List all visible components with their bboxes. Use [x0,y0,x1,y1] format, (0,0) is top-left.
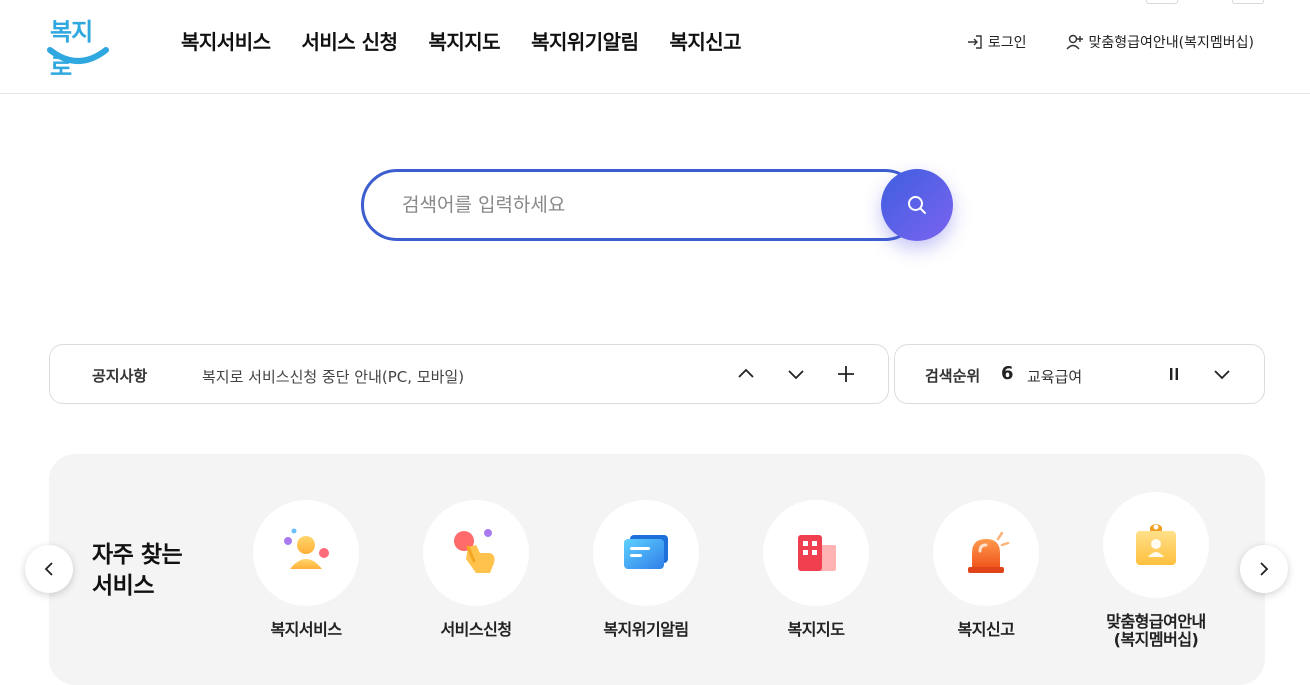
nav-welfare-map[interactable]: 복지지도 [428,26,500,55]
service-icon-circle [763,500,869,606]
nav-welfare-report[interactable]: 복지신고 [669,26,741,55]
user-plus-icon [1065,34,1083,50]
rank-number: 6 [1001,363,1014,384]
carousel-prev-button[interactable] [25,545,73,593]
frequent-services: 자주 찾는 서비스 복지서비스 서비스신청 복지위기알림 복지지도 복지신고 맞… [49,454,1265,685]
service-label: 맞춤형급여안내 (복지멤버십) [1106,612,1206,649]
site-header: 복지로 복지서비스 서비스 신청 복지지도 복지위기알림 복지신고 로그인 맞춤… [0,0,1310,94]
notice-text[interactable]: 복지로 서비스신청 중단 안내(PC, 모바일) [202,366,464,387]
site-logo[interactable]: 복지로 [46,12,110,81]
service-item-membership[interactable]: 맞춤형급여안내 (복지멤버십) [1071,492,1241,649]
frequent-title: 자주 찾는 서비스 [92,542,183,599]
chevron-down-icon [788,370,804,380]
id-card-icon [1136,524,1176,565]
service-label: 복지위기알림 [603,620,689,639]
service-item-apply[interactable]: 서비스신청 [391,500,561,639]
service-label: 서비스신청 [440,620,512,639]
notice-label: 공지사항 [92,367,148,385]
search-rank-bar: 검색순위 6 교육급여 [894,344,1265,404]
search-input[interactable] [361,169,921,241]
service-item-report[interactable]: 복지신고 [901,500,1071,639]
plus-icon [838,366,854,382]
chevron-right-icon [1260,562,1269,576]
person-icon [284,528,329,569]
search-button[interactable] [881,169,953,241]
notice-more-button[interactable] [834,362,858,386]
chevron-left-icon [44,562,53,576]
search-area [361,169,953,241]
top-util-box-right[interactable] [1232,0,1264,4]
notice-bar: 공지사항 복지로 서비스신청 중단 안내(PC, 모바일) [49,344,889,404]
utility-menu: 로그인 맞춤형급여안내(복지멤버십) [966,32,1254,52]
service-item-welfare[interactable]: 복지서비스 [221,500,391,639]
service-label: 복지신고 [957,620,1015,639]
logo-smile-icon [47,47,109,64]
service-icon-circle [593,500,699,606]
main-nav: 복지서비스 서비스 신청 복지지도 복지위기알림 복지신고 [181,26,742,55]
login-link[interactable]: 로그인 [966,32,1027,52]
rank-label: 검색순위 [925,367,981,385]
hand-pointer-icon [454,529,495,573]
service-label: 복지지도 [787,620,845,639]
membership-label: 맞춤형급여안내(복지멤버십) [1088,35,1254,51]
nav-crisis-alert[interactable]: 복지위기알림 [531,26,639,55]
siren-icon [968,531,1010,573]
service-item-map[interactable]: 복지지도 [731,500,901,639]
notice-next-button[interactable] [784,362,808,386]
building-icon [798,535,836,571]
top-util-box-left[interactable] [1146,0,1178,4]
pause-icon [1170,368,1178,380]
rank-keyword[interactable]: 교육급여 [1027,366,1082,387]
service-icon-circle [1103,492,1209,598]
message-icon [624,535,668,569]
service-label: 복지서비스 [270,620,342,639]
login-label: 로그인 [987,35,1027,51]
login-icon [967,35,982,49]
service-icon-circle [423,500,529,606]
nav-service-apply[interactable]: 서비스 신청 [302,26,398,55]
service-icon-circle [253,500,359,606]
rank-controls [1162,362,1234,386]
carousel-next-button[interactable] [1240,545,1288,593]
chevron-down-icon [1214,370,1230,380]
rank-expand-button[interactable] [1210,362,1234,386]
notice-controls [734,362,858,386]
chevron-up-icon [738,368,754,378]
service-icon-circle [933,500,1039,606]
membership-link[interactable]: 맞춤형급여안내(복지멤버십) [1065,32,1254,52]
service-item-crisis[interactable]: 복지위기알림 [561,500,731,639]
notice-prev-button[interactable] [734,362,758,386]
rank-pause-button[interactable] [1162,362,1186,386]
nav-welfare-service[interactable]: 복지서비스 [181,26,271,55]
search-icon [908,196,926,214]
